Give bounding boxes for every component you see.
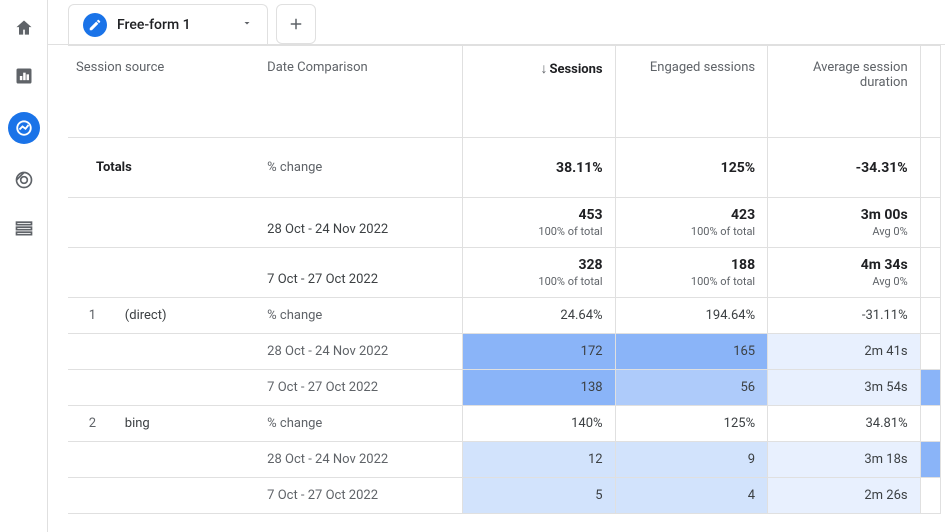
totals-avg: -34.31%	[768, 138, 921, 198]
period2-label: 7 Oct - 27 Oct 2022	[259, 248, 462, 298]
period1-engaged: 423100% of total	[615, 198, 768, 248]
col-header-sessions[interactable]: ↓Sessions	[463, 46, 616, 138]
reports-icon[interactable]	[12, 64, 36, 88]
row-index: 2	[68, 406, 117, 442]
row-index: 1	[68, 298, 117, 334]
cell: 12	[463, 442, 616, 478]
chevron-down-icon[interactable]	[241, 17, 253, 33]
cell: 2m 41s	[768, 334, 921, 370]
tab-label: Free-form 1	[117, 17, 191, 33]
row-period1: 28 Oct - 24 Nov 2022	[259, 442, 462, 478]
change-label: % change	[259, 406, 462, 442]
cell: 2m 26s	[768, 478, 921, 514]
cell: 5	[463, 478, 616, 514]
totals-label: Totals	[68, 138, 259, 198]
exploration-table: Session source Date Comparison ↓Sessions…	[68, 45, 941, 514]
cell: 165	[615, 334, 768, 370]
period2-sessions: 328100% of total	[463, 248, 616, 298]
cell: 140%	[463, 406, 616, 442]
row-period2: 7 Oct - 27 Oct 2022	[259, 370, 462, 406]
period1-sessions: 453100% of total	[463, 198, 616, 248]
period1-avg: 3m 00sAvg 0%	[768, 198, 921, 248]
source-name[interactable]: bing	[117, 406, 259, 442]
period1-label: 28 Oct - 24 Nov 2022	[259, 198, 462, 248]
totals-engaged: 125%	[615, 138, 768, 198]
tab-freeform1[interactable]: Free-form 1	[68, 4, 268, 44]
cell: 9	[615, 442, 768, 478]
col-header-engaged[interactable]: Engaged sessions	[615, 46, 768, 138]
change-label: % change	[259, 138, 462, 198]
tab-bar: Free-form 1	[48, 0, 945, 45]
row-period2: 7 Oct - 27 Oct 2022	[259, 478, 462, 514]
cell: 3m 18s	[768, 442, 921, 478]
cell: 194.64%	[615, 298, 768, 334]
advertising-icon[interactable]	[12, 168, 36, 192]
add-tab-button[interactable]	[276, 4, 316, 44]
pencil-icon	[83, 13, 107, 37]
cell: 24.64%	[463, 298, 616, 334]
col-header-date[interactable]: Date Comparison	[259, 46, 462, 138]
cell: 34.81%	[768, 406, 921, 442]
home-icon[interactable]	[12, 16, 36, 40]
period2-avg: 4m 34sAvg 0%	[768, 248, 921, 298]
cell: 56	[615, 370, 768, 406]
cell: 138	[463, 370, 616, 406]
cell: 125%	[615, 406, 768, 442]
col-header-source[interactable]: Session source	[68, 46, 259, 138]
cell: 172	[463, 334, 616, 370]
source-name[interactable]: (direct)	[117, 298, 259, 334]
cell: -31.11%	[768, 298, 921, 334]
period2-engaged: 188100% of total	[615, 248, 768, 298]
totals-sessions: 38.11%	[463, 138, 616, 198]
change-label: % change	[259, 298, 462, 334]
configure-icon[interactable]	[12, 216, 36, 240]
explore-icon[interactable]	[8, 112, 40, 144]
col-header-avg-duration[interactable]: Average session duration	[768, 46, 921, 138]
row-period1: 28 Oct - 24 Nov 2022	[259, 334, 462, 370]
cell: 3m 54s	[768, 370, 921, 406]
cell: 4	[615, 478, 768, 514]
sort-desc-icon: ↓	[540, 61, 547, 77]
